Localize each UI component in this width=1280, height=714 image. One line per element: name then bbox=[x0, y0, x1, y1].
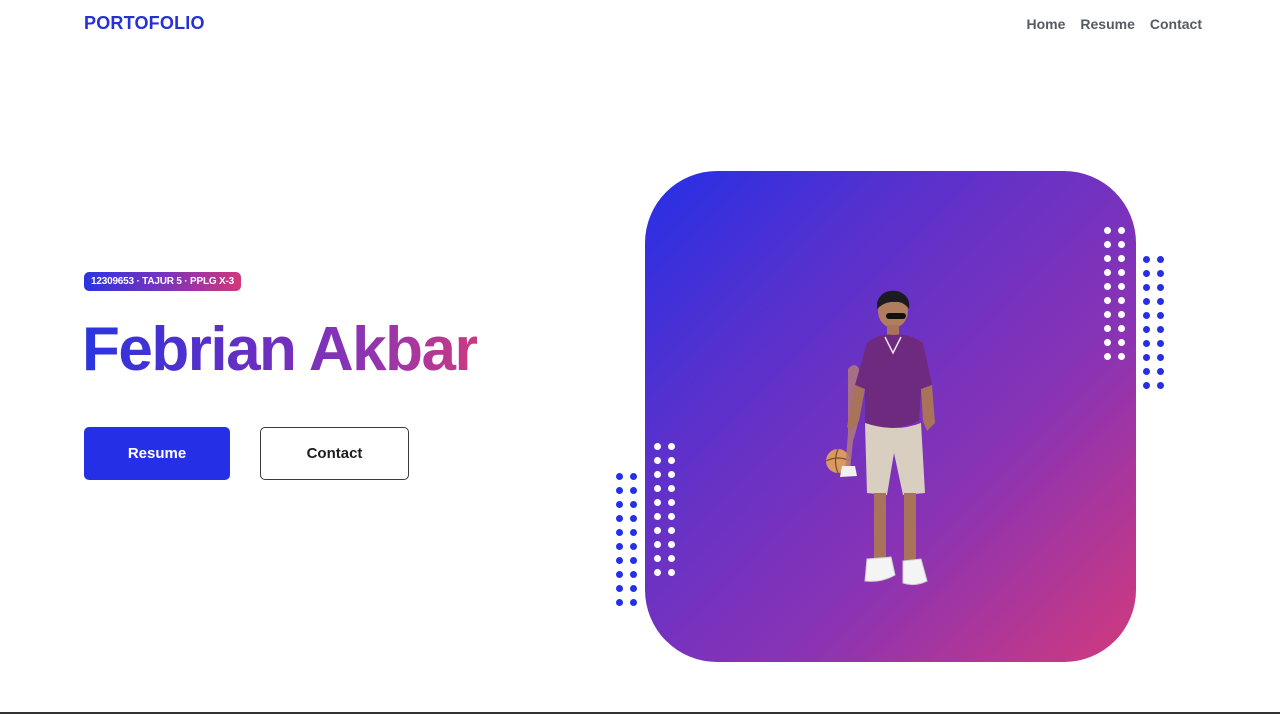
decorative-dot bbox=[1157, 312, 1164, 319]
decorative-dot bbox=[1157, 340, 1164, 347]
decorative-dot bbox=[630, 515, 637, 522]
decorative-dot bbox=[630, 599, 637, 606]
decorative-dot bbox=[1143, 298, 1150, 305]
decorative-dot bbox=[1157, 298, 1164, 305]
decorative-dot bbox=[1143, 270, 1150, 277]
decorative-dot bbox=[1143, 284, 1150, 291]
decorative-dot bbox=[1143, 326, 1150, 333]
decorative-dot bbox=[630, 543, 637, 550]
decorative-dots-right bbox=[1143, 256, 1164, 389]
decorative-dot bbox=[1157, 284, 1164, 291]
nav-link-home[interactable]: Home bbox=[1027, 16, 1066, 32]
decorative-dot bbox=[616, 585, 623, 592]
decorative-dot bbox=[630, 529, 637, 536]
brand-logo[interactable]: PORTOFOLIO bbox=[84, 13, 205, 34]
decorative-dot bbox=[1143, 340, 1150, 347]
decorative-dot bbox=[1143, 312, 1150, 319]
nav-link-contact[interactable]: Contact bbox=[1150, 16, 1202, 32]
decorative-dot bbox=[1157, 382, 1164, 389]
decorative-dot bbox=[630, 585, 637, 592]
decorative-dot bbox=[1143, 354, 1150, 361]
navbar: PORTOFOLIO Home Resume Contact bbox=[0, 0, 1280, 48]
decorative-dot bbox=[630, 557, 637, 564]
decorative-dots-left bbox=[616, 473, 637, 606]
decorative-dot bbox=[630, 473, 637, 480]
decorative-dot bbox=[1157, 354, 1164, 361]
decorative-dot bbox=[616, 501, 623, 508]
resume-button[interactable]: Resume bbox=[84, 427, 230, 480]
decorative-dot bbox=[616, 473, 623, 480]
decorative-dot bbox=[616, 529, 623, 536]
decorative-dot bbox=[616, 557, 623, 564]
decorative-dot bbox=[616, 571, 623, 578]
hero-name: Febrian Akbar bbox=[82, 315, 479, 384]
decorative-dot bbox=[616, 599, 623, 606]
person-photo bbox=[825, 290, 935, 586]
decorative-dot bbox=[1143, 382, 1150, 389]
decorative-dot bbox=[616, 543, 623, 550]
decorative-dot bbox=[630, 501, 637, 508]
student-badge: 12309653 · TAJUR 5 · PPLG X-3 bbox=[84, 272, 241, 291]
nav-link-resume[interactable]: Resume bbox=[1080, 16, 1134, 32]
decorative-dot bbox=[616, 515, 623, 522]
decorative-dot bbox=[630, 571, 637, 578]
decorative-dot bbox=[1157, 256, 1164, 263]
decorative-dot bbox=[616, 487, 623, 494]
decorative-dot bbox=[630, 487, 637, 494]
decorative-dot bbox=[1143, 368, 1150, 375]
decorative-dot bbox=[1143, 256, 1150, 263]
decorative-dot bbox=[1157, 326, 1164, 333]
decorative-dot bbox=[1157, 368, 1164, 375]
decorative-dot bbox=[1157, 270, 1164, 277]
nav-menu: Home Resume Contact bbox=[1027, 16, 1203, 32]
contact-button[interactable]: Contact bbox=[260, 427, 409, 480]
portrait-card bbox=[645, 171, 1136, 662]
